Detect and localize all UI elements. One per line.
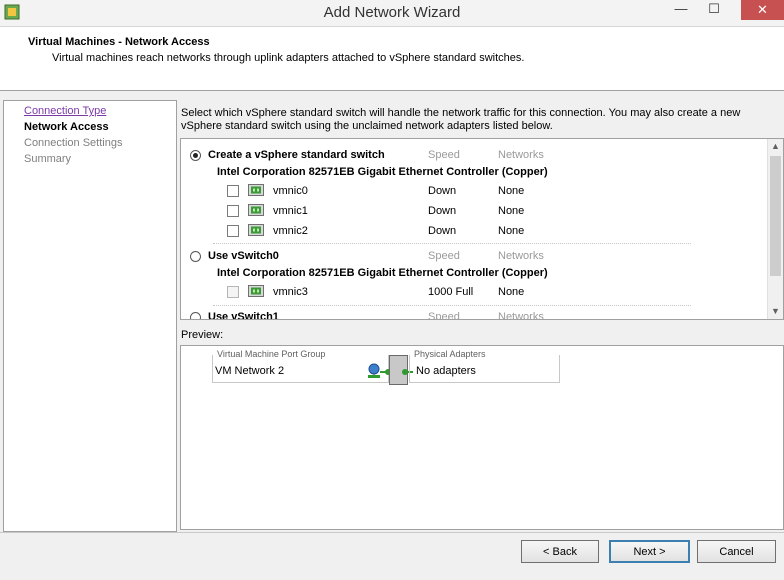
- page-title: Virtual Machines - Network Access: [28, 36, 210, 48]
- networks-column-header: Networks: [498, 250, 544, 262]
- switch-list[interactable]: Create a vSphere standard switch Speed N…: [180, 138, 784, 320]
- create-switch-label[interactable]: Create a vSphere standard switch: [208, 149, 385, 161]
- nic-networks: None: [498, 225, 525, 237]
- step-summary: Summary: [24, 153, 72, 165]
- physical-adapters-value: No adapters: [416, 365, 476, 377]
- vmnic0-checkbox[interactable]: [227, 185, 239, 197]
- nic-name: vmnic2: [273, 225, 308, 237]
- nic-name: vmnic3: [273, 286, 308, 298]
- divider: [213, 243, 691, 244]
- vmnic3-checkbox[interactable]: [227, 286, 239, 298]
- adapter-name: Intel Corporation 82571EB Gigabit Ethern…: [217, 267, 548, 279]
- close-button[interactable]: ✕: [741, 0, 784, 20]
- create-switch-radio[interactable]: [190, 150, 201, 161]
- use-vswitch0-radio[interactable]: [190, 251, 201, 262]
- preview-pane: Virtual Machine Port Group VM Network 2 …: [180, 345, 784, 530]
- use-vswitch1-radio[interactable]: [190, 312, 201, 319]
- wizard-header: Virtual Machines - Network Access Virtua…: [0, 27, 784, 91]
- instructions-text: Select which vSphere standard switch wil…: [181, 107, 741, 132]
- use-vswitch0-label[interactable]: Use vSwitch0: [208, 250, 279, 262]
- nic-networks: None: [498, 286, 525, 298]
- nic-speed: 1000 Full: [428, 286, 474, 298]
- vertical-scrollbar[interactable]: ▲ ▼: [767, 139, 783, 319]
- vmnic1-checkbox[interactable]: [227, 205, 239, 217]
- scroll-down-arrow-icon[interactable]: ▼: [768, 304, 783, 319]
- footer-divider: [0, 532, 784, 533]
- physical-adapters-legend: Physical Adapters: [413, 349, 487, 359]
- step-network-access: Network Access: [24, 121, 109, 133]
- network-adapter-icon: [248, 224, 264, 236]
- scrollbar-thumb[interactable]: [770, 156, 781, 276]
- networks-column-header: Networks: [498, 149, 544, 161]
- preview-label: Preview:: [181, 329, 224, 341]
- minimize-button[interactable]: —: [667, 0, 695, 20]
- network-adapter-icon: [248, 204, 264, 216]
- cancel-button[interactable]: Cancel: [697, 540, 776, 563]
- speed-column-header: Speed: [428, 149, 460, 161]
- nic-networks: None: [498, 185, 525, 197]
- nic-speed: Down: [428, 225, 457, 237]
- step-connection-type[interactable]: Connection Type: [24, 105, 106, 117]
- divider: [213, 305, 691, 306]
- next-button[interactable]: Next >: [609, 540, 690, 563]
- page-subtitle: Virtual machines reach networks through …: [52, 52, 525, 64]
- scroll-up-arrow-icon[interactable]: ▲: [768, 139, 783, 154]
- nic-name: vmnic0: [273, 185, 308, 197]
- network-adapter-icon: [248, 285, 264, 297]
- nic-name: vmnic1: [273, 205, 308, 217]
- step-connection-settings: Connection Settings: [24, 137, 123, 149]
- vmnic2-checkbox[interactable]: [227, 225, 239, 237]
- use-vswitch1-label[interactable]: Use vSwitch1: [208, 311, 279, 319]
- nic-speed: Down: [428, 185, 457, 197]
- nic-speed: Down: [428, 205, 457, 217]
- title-bar: Add Network Wizard — ☐ ✕: [0, 0, 784, 27]
- adapter-name: Intel Corporation 82571EB Gigabit Ethern…: [217, 166, 548, 178]
- maximize-button[interactable]: ☐: [700, 0, 728, 20]
- speed-column-header: Speed: [428, 311, 460, 319]
- back-button[interactable]: < Back: [521, 540, 599, 563]
- network-adapter-icon: [248, 184, 264, 196]
- nic-networks: None: [498, 205, 525, 217]
- port-group-name: VM Network 2: [215, 365, 285, 377]
- port-group-legend: Virtual Machine Port Group: [216, 349, 327, 359]
- networks-column-header: Networks: [498, 311, 544, 319]
- speed-column-header: Speed: [428, 250, 460, 262]
- connector-dot: [402, 369, 408, 375]
- wizard-steps-nav: Connection Type Network Access Connectio…: [3, 100, 177, 532]
